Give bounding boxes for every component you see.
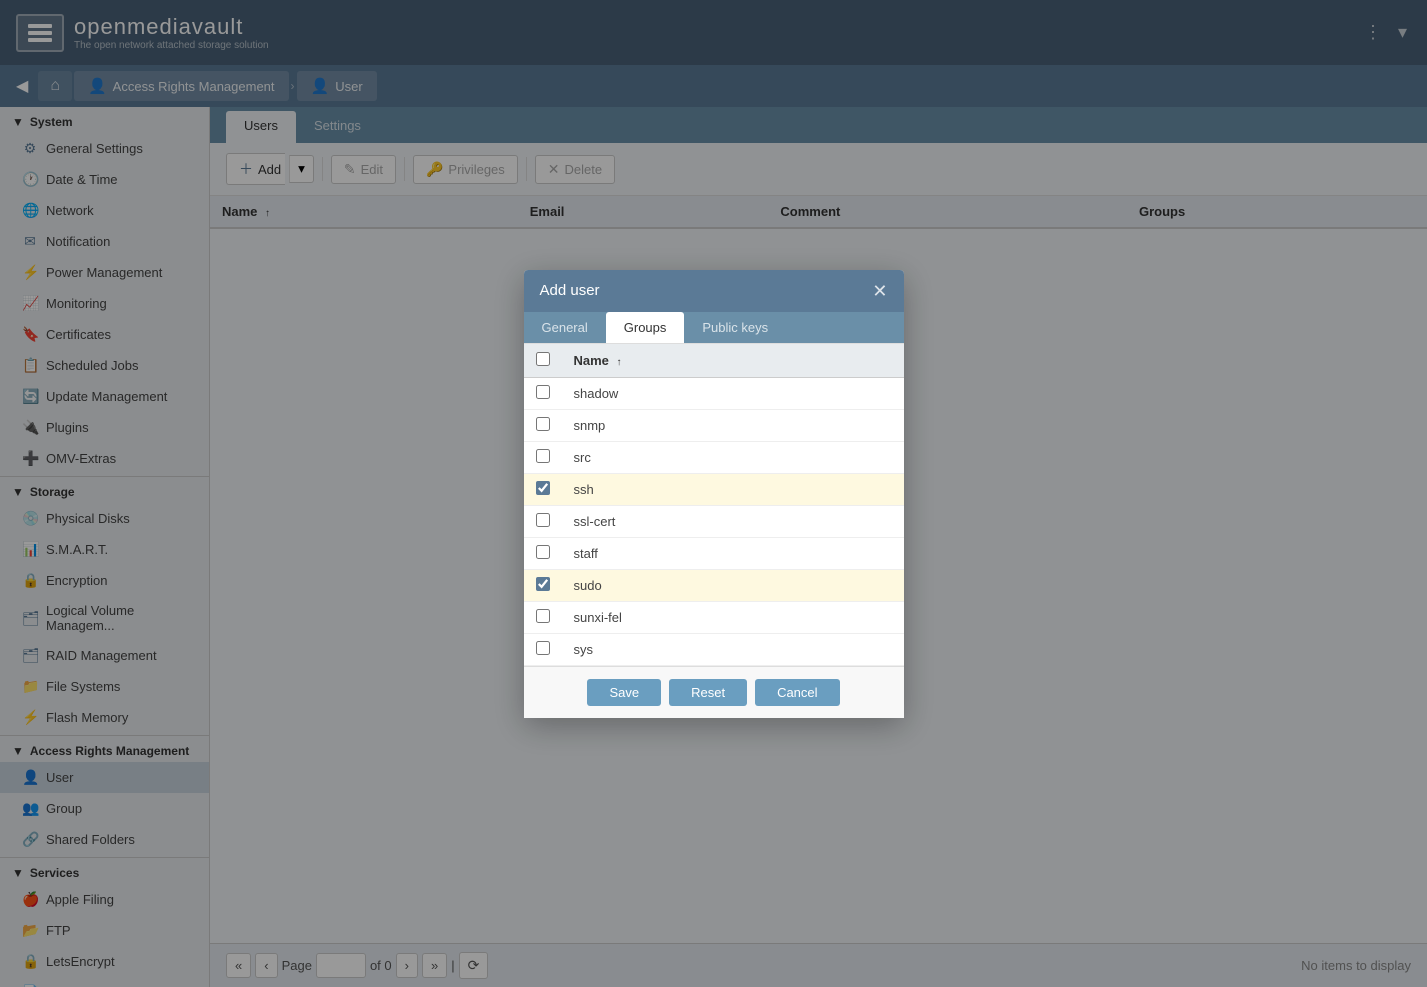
modal-title: Add user: [540, 282, 600, 299]
select-all-checkbox[interactable]: [536, 352, 550, 366]
table-row[interactable]: ssl-cert: [524, 505, 904, 537]
modal-save-button[interactable]: Save: [587, 679, 661, 706]
groups-table-header-row: Name ↑: [524, 344, 904, 378]
add-user-modal: Add user ✕ General Groups Public keys: [524, 270, 904, 718]
row-checkbox[interactable]: [536, 609, 550, 623]
modal-tab-public-keys-label: Public keys: [702, 320, 768, 335]
table-row[interactable]: sunxi-fel: [524, 601, 904, 633]
modal-close-button[interactable]: ✕: [872, 282, 887, 300]
row-checkbox-cell[interactable]: [524, 601, 562, 633]
modal-header: Add user ✕: [524, 270, 904, 312]
modal-tab-groups-label: Groups: [624, 320, 667, 335]
table-row[interactable]: ssh: [524, 473, 904, 505]
groups-col-checkbox: [524, 344, 562, 378]
groups-sort-arrow-icon: ↑: [617, 357, 622, 368]
groups-table: Name ↑ shadow snmp src ssh: [524, 344, 904, 666]
row-checkbox-cell[interactable]: [524, 569, 562, 601]
row-checkbox[interactable]: [536, 545, 550, 559]
row-checkbox[interactable]: [536, 481, 550, 495]
row-name-cell: shadow: [562, 377, 904, 409]
row-checkbox[interactable]: [536, 577, 550, 591]
row-checkbox[interactable]: [536, 513, 550, 527]
groups-table-body: shadow snmp src ssh ssl-cert staff sudo: [524, 377, 904, 665]
row-name-cell: sys: [562, 633, 904, 665]
table-row[interactable]: sys: [524, 633, 904, 665]
row-name-cell: sunxi-fel: [562, 601, 904, 633]
modal-tab-general-label: General: [542, 320, 588, 335]
row-name-cell: ssl-cert: [562, 505, 904, 537]
row-name-cell: snmp: [562, 409, 904, 441]
row-checkbox-cell[interactable]: [524, 505, 562, 537]
modal-tab-groups[interactable]: Groups: [606, 312, 685, 343]
groups-col-name[interactable]: Name ↑: [562, 344, 904, 378]
table-row[interactable]: sudo: [524, 569, 904, 601]
modal-cancel-button[interactable]: Cancel: [755, 679, 839, 706]
table-row[interactable]: snmp: [524, 409, 904, 441]
modal-body: Name ↑ shadow snmp src ssh: [524, 344, 904, 666]
modal-table-container[interactable]: Name ↑ shadow snmp src ssh: [524, 344, 904, 666]
modal-reset-button[interactable]: Reset: [669, 679, 747, 706]
table-row[interactable]: staff: [524, 537, 904, 569]
row-checkbox[interactable]: [536, 385, 550, 399]
row-checkbox[interactable]: [536, 641, 550, 655]
table-row[interactable]: src: [524, 441, 904, 473]
modal-tab-bar: General Groups Public keys: [524, 312, 904, 344]
row-checkbox[interactable]: [536, 417, 550, 431]
row-checkbox-cell[interactable]: [524, 377, 562, 409]
row-checkbox-cell[interactable]: [524, 537, 562, 569]
modal-tab-public-keys[interactable]: Public keys: [684, 312, 786, 343]
row-name-cell: staff: [562, 537, 904, 569]
modal-overlay: Add user ✕ General Groups Public keys: [0, 0, 1427, 987]
row-checkbox-cell[interactable]: [524, 409, 562, 441]
modal-tab-general[interactable]: General: [524, 312, 606, 343]
row-name-cell: sudo: [562, 569, 904, 601]
row-name-cell: ssh: [562, 473, 904, 505]
row-checkbox-cell[interactable]: [524, 633, 562, 665]
row-checkbox[interactable]: [536, 449, 550, 463]
groups-col-name-label: Name: [574, 353, 609, 368]
table-row[interactable]: shadow: [524, 377, 904, 409]
row-name-cell: src: [562, 441, 904, 473]
modal-footer: Save Reset Cancel: [524, 666, 904, 718]
row-checkbox-cell[interactable]: [524, 473, 562, 505]
row-checkbox-cell[interactable]: [524, 441, 562, 473]
